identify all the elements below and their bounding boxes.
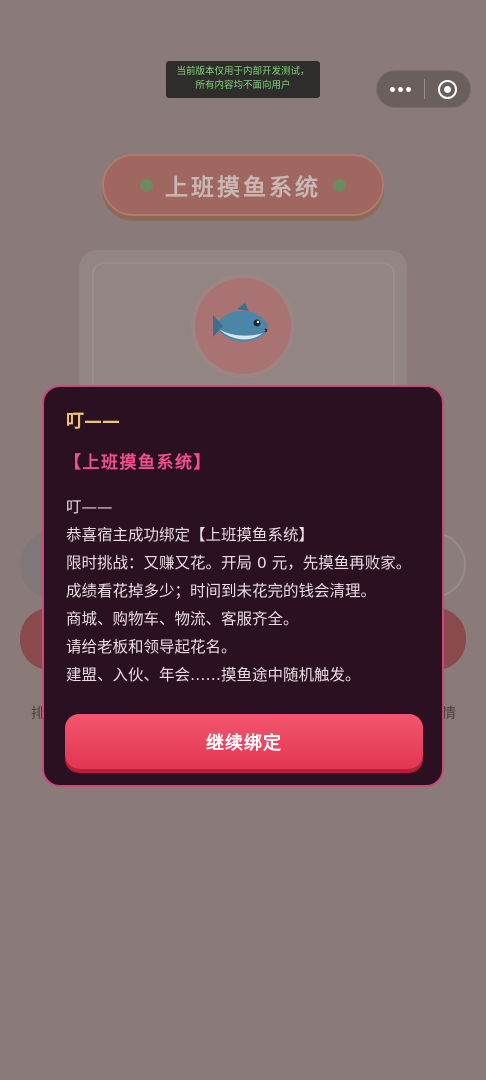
fish-avatar <box>191 274 295 378</box>
dialog-title: 叮—— <box>66 411 120 432</box>
continue-bind-button[interactable]: 继续绑定 <box>65 714 423 769</box>
more-dots-icon[interactable] <box>377 70 424 108</box>
fish-icon <box>213 303 268 342</box>
background-right-label: 情 <box>442 706 456 722</box>
dialog-body: 叮—— 恭喜宿主成功绑定【上班摸鱼系统】 限时挑战：又赚又花。开局 0 元，先摸… <box>66 493 420 689</box>
dialog-line: 限时挑战：又赚又花。开局 0 元，先摸鱼再败家。 <box>66 554 412 572</box>
dev-test-banner: 当前版本仅用于内部开发测试， 所有内容均不面向用户 <box>166 61 320 98</box>
dev-banner-line1: 当前版本仅用于内部开发测试， <box>176 66 310 77</box>
miniprogram-capsule <box>376 70 471 108</box>
background-title-pill: 上班摸鱼系统 <box>102 154 384 216</box>
dialog-line: 恭喜宿主成功绑定【上班摸鱼系统】 <box>66 526 315 544</box>
dialog-line: 商城、购物车、物流、客服齐全。 <box>66 610 299 628</box>
title-right-dot <box>333 178 346 192</box>
system-bind-dialog: 叮—— 【上班摸鱼系统】 叮—— 恭喜宿主成功绑定【上班摸鱼系统】 限时挑战：又… <box>42 385 444 787</box>
dialog-line: 建盟、入伙、年会……摸鱼途中随机触发。 <box>66 666 361 684</box>
title-left-dot <box>140 178 153 192</box>
dialog-system-name: 【上班摸鱼系统】 <box>64 453 212 473</box>
close-target-icon[interactable] <box>424 70 470 108</box>
dialog-line: 成绩看花掉多少；时间到未花完的钱会清理。 <box>66 582 377 600</box>
dev-banner-line2: 所有内容均不面向用户 <box>195 80 291 91</box>
dialog-line: 请给老板和领导起花名。 <box>66 638 237 656</box>
dialog-line: 叮—— <box>66 498 113 516</box>
background-title: 上班摸鱼系统 <box>165 175 321 201</box>
